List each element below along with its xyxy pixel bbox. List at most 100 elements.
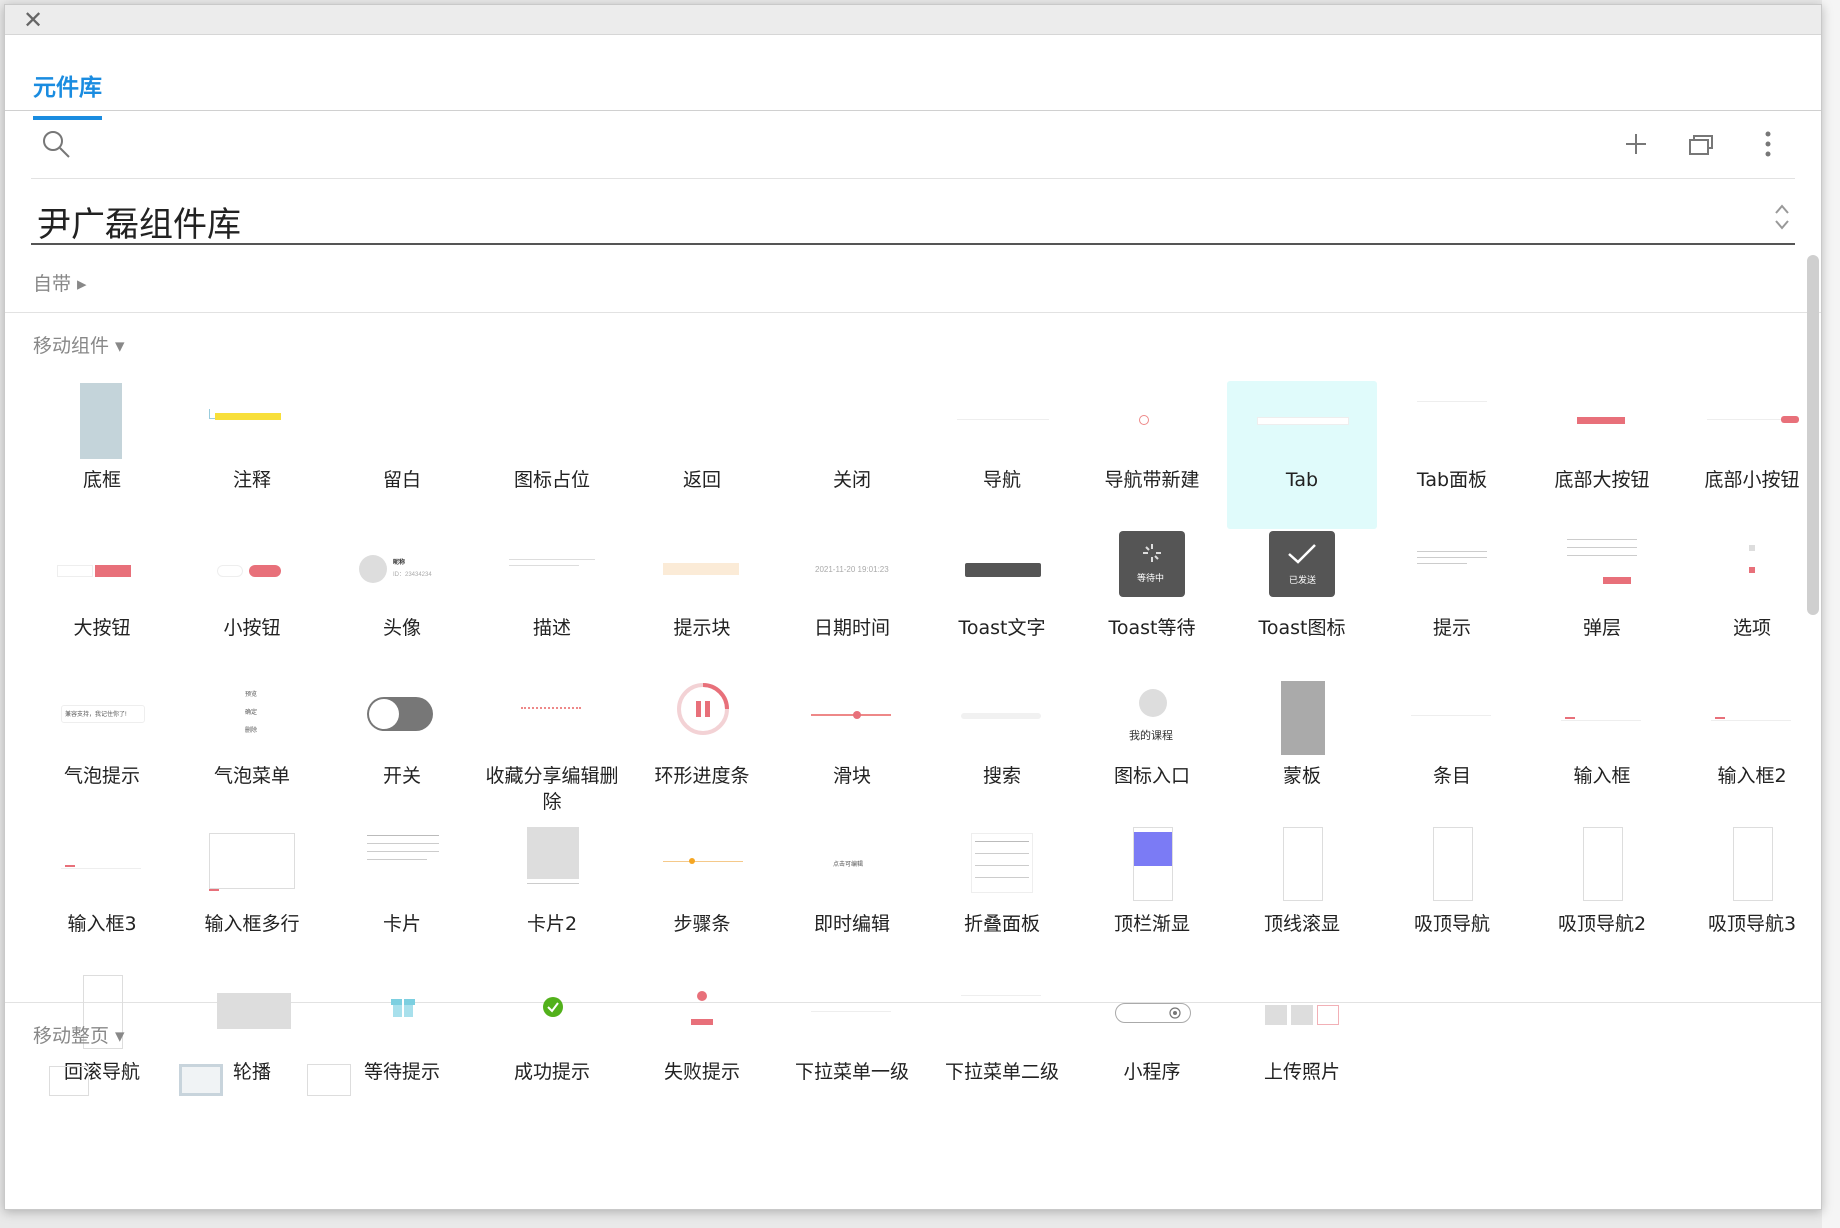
component-label: 选项 — [1732, 617, 1771, 639]
component-item[interactable]: 底部大按钮 — [1527, 381, 1677, 529]
component-item[interactable]: 滑块 — [777, 677, 927, 825]
section-mobile-components: 移动组件 ▾ 底框 注释 留白 图标占位 返回 关闭 导航 导航带新建 Tab Tab面板 底部大按… — [5, 313, 1821, 1083]
component-item[interactable]: 点击可编辑 即时编辑 — [777, 825, 927, 973]
component-label: 蒙板 — [1282, 765, 1321, 787]
component-item[interactable]: 导航带新建 — [1077, 381, 1227, 529]
component-thumbnail — [1387, 677, 1517, 757]
component-item[interactable]: 已发送 Toast图标 — [1227, 529, 1377, 677]
component-thumbnail — [37, 529, 167, 609]
check-icon — [1288, 544, 1316, 564]
more-icon[interactable] — [1753, 129, 1783, 159]
page-thumb[interactable] — [49, 1066, 89, 1096]
component-label: 图标占位 — [513, 469, 590, 491]
component-label: 折叠面板 — [963, 913, 1040, 935]
component-item[interactable]: 蒙板 — [1227, 677, 1377, 825]
component-item[interactable]: 折叠面板 — [927, 825, 1077, 973]
component-item[interactable]: 底框 — [27, 381, 177, 529]
component-item[interactable]: 卡片2 — [477, 825, 627, 973]
scrollbar[interactable] — [1807, 255, 1819, 615]
component-item[interactable]: 弹层 — [1527, 529, 1677, 677]
component-item[interactable]: 卡片 — [327, 825, 477, 973]
component-thumbnail — [1087, 381, 1217, 461]
close-button[interactable]: ✕ — [21, 8, 45, 32]
component-item[interactable]: 搜索 — [927, 677, 1077, 825]
component-item[interactable]: 小按钮 — [177, 529, 327, 677]
avatar-name: 昵称 — [393, 560, 406, 566]
component-item[interactable]: 描述 — [477, 529, 627, 677]
thumbnail-shape — [1119, 531, 1185, 597]
chevron-updown-icon[interactable] — [1773, 201, 1791, 233]
component-thumbnail — [487, 825, 617, 905]
component-thumbnail — [637, 381, 767, 461]
component-label: 输入框2 — [1717, 765, 1787, 787]
component-label: 底部大按钮 — [1554, 469, 1650, 491]
component-label: 输入框 — [1573, 765, 1631, 787]
thumbnail-shape — [1567, 555, 1637, 556]
component-item[interactable]: 底部小按钮 — [1677, 381, 1821, 529]
component-item[interactable]: 导航 — [927, 381, 1077, 529]
component-label: 收藏分享编辑删除 — [485, 765, 619, 813]
component-item[interactable]: 我的课程 图标入口 — [1077, 677, 1227, 825]
component-item[interactable]: 2021-11-20 19:01:23 日期时间 — [777, 529, 927, 677]
component-item[interactable]: 注释 — [177, 381, 327, 529]
component-item[interactable]: 昵称 ID：23434234 头像 — [327, 529, 477, 677]
component-item[interactable]: Tab面板 — [1377, 381, 1527, 529]
thumbnail-shape — [369, 699, 399, 729]
component-item[interactable]: 顶栏渐显 — [1077, 825, 1227, 973]
component-item[interactable]: 预览 确定 删除 气泡菜单 — [177, 677, 327, 825]
spinner-icon — [1143, 544, 1161, 562]
page-thumb[interactable] — [307, 1064, 351, 1096]
component-item[interactable]: 关闭 — [777, 381, 927, 529]
add-icon[interactable] — [1621, 129, 1651, 159]
section-title-builtin[interactable]: 自带 ▸ — [33, 269, 87, 296]
thumbnail-shape — [1565, 717, 1575, 719]
component-label: 步骤条 — [673, 913, 731, 935]
component-item[interactable]: 等待中 Toast等待 — [1077, 529, 1227, 677]
thumbnail-shape: 确定 — [245, 710, 258, 716]
component-item[interactable]: 输入框 — [1527, 677, 1677, 825]
component-item[interactable]: 返回 — [627, 381, 777, 529]
component-label: Tab面板 — [1416, 469, 1488, 491]
component-thumbnail — [187, 529, 317, 609]
thumbnail-shape — [961, 713, 1041, 719]
thumbnail-shape — [975, 865, 1029, 866]
thumbnail-shape — [509, 565, 579, 566]
component-item[interactable]: 步骤条 — [627, 825, 777, 973]
search-icon[interactable] — [41, 129, 71, 159]
background-app-strip — [1822, 0, 1840, 1228]
component-label: Tab — [1285, 469, 1319, 491]
component-thumbnail — [637, 529, 767, 609]
thumbnail-shape — [1134, 832, 1172, 866]
component-item[interactable]: 提示 — [1377, 529, 1527, 677]
component-item[interactable]: 留白 — [327, 381, 477, 529]
component-item[interactable]: 输入框2 — [1677, 677, 1821, 825]
component-item[interactable]: Tab — [1227, 381, 1377, 529]
section-title-mobile[interactable]: 移动组件 ▾ — [33, 331, 125, 358]
section-title-page[interactable]: 移动整页 ▾ — [33, 1021, 125, 1048]
component-item[interactable]: 条目 — [1377, 677, 1527, 825]
component-item[interactable]: 吸顶导航3 — [1677, 825, 1821, 973]
component-label: 注释 — [232, 469, 271, 491]
component-item[interactable]: 输入框多行 — [177, 825, 327, 973]
component-item[interactable]: 提示块 — [627, 529, 777, 677]
component-label: Toast文字 — [958, 617, 1046, 639]
thumbnail-shape — [1154, 555, 1159, 560]
component-item[interactable]: 环形进度条 — [627, 677, 777, 825]
component-item[interactable]: 输入框3 — [27, 825, 177, 973]
page-thumb[interactable] — [179, 1064, 223, 1096]
windows-icon[interactable] — [1687, 129, 1717, 159]
thumbnail-shape — [965, 563, 1041, 577]
component-item[interactable]: 选项 — [1677, 529, 1821, 677]
library-selector[interactable]: 尹广磊组件库 — [31, 179, 1795, 245]
thumbnail-shape — [1417, 551, 1487, 552]
component-item[interactable]: 兼容支持，我记住你了! 气泡提示 — [27, 677, 177, 825]
component-item[interactable]: 开关 — [327, 677, 477, 825]
component-item[interactable]: 吸顶导航2 — [1527, 825, 1677, 973]
component-item[interactable]: 吸顶导航 — [1377, 825, 1527, 973]
thumbnail-shape — [811, 714, 891, 716]
component-item[interactable]: 图标占位 — [477, 381, 627, 529]
component-item[interactable]: 大按钮 — [27, 529, 177, 677]
component-item[interactable]: 收藏分享编辑删除 — [477, 677, 627, 825]
component-item[interactable]: Toast文字 — [927, 529, 1077, 677]
component-item[interactable]: 顶线滚显 — [1227, 825, 1377, 973]
